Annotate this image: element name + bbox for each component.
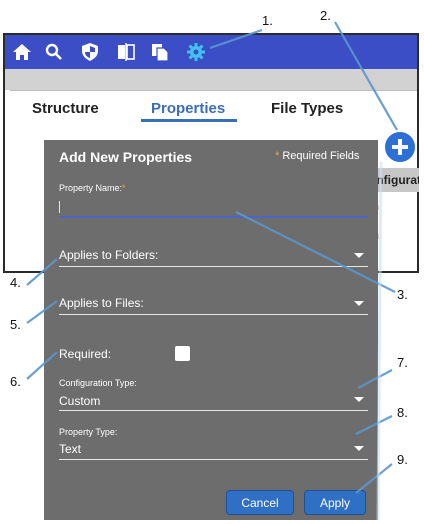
callout-line-9 <box>355 463 393 494</box>
annotation-4: 4. <box>10 275 21 290</box>
callout-line-6 <box>26 351 58 380</box>
callout-line-1 <box>209 28 263 50</box>
annotation-2: 2. <box>320 8 331 23</box>
annotation-1: 1. <box>262 13 273 28</box>
callout-line-7 <box>357 369 393 389</box>
callout-line-2-extension <box>376 161 383 521</box>
annotation-6: 6. <box>10 374 21 389</box>
callout-line-2 <box>334 21 398 131</box>
callout-line-5 <box>26 300 58 324</box>
annotation-3: 3. <box>397 287 408 302</box>
annotation-7: 7. <box>397 355 408 370</box>
annotation-5: 5. <box>10 317 21 332</box>
callout-line-3 <box>235 211 396 293</box>
annotation-9: 9. <box>397 452 408 467</box>
callout-lines <box>26 21 398 521</box>
annotation-8: 8. <box>397 405 408 420</box>
callout-line-8 <box>355 415 393 435</box>
callout-line-4 <box>26 258 58 286</box>
